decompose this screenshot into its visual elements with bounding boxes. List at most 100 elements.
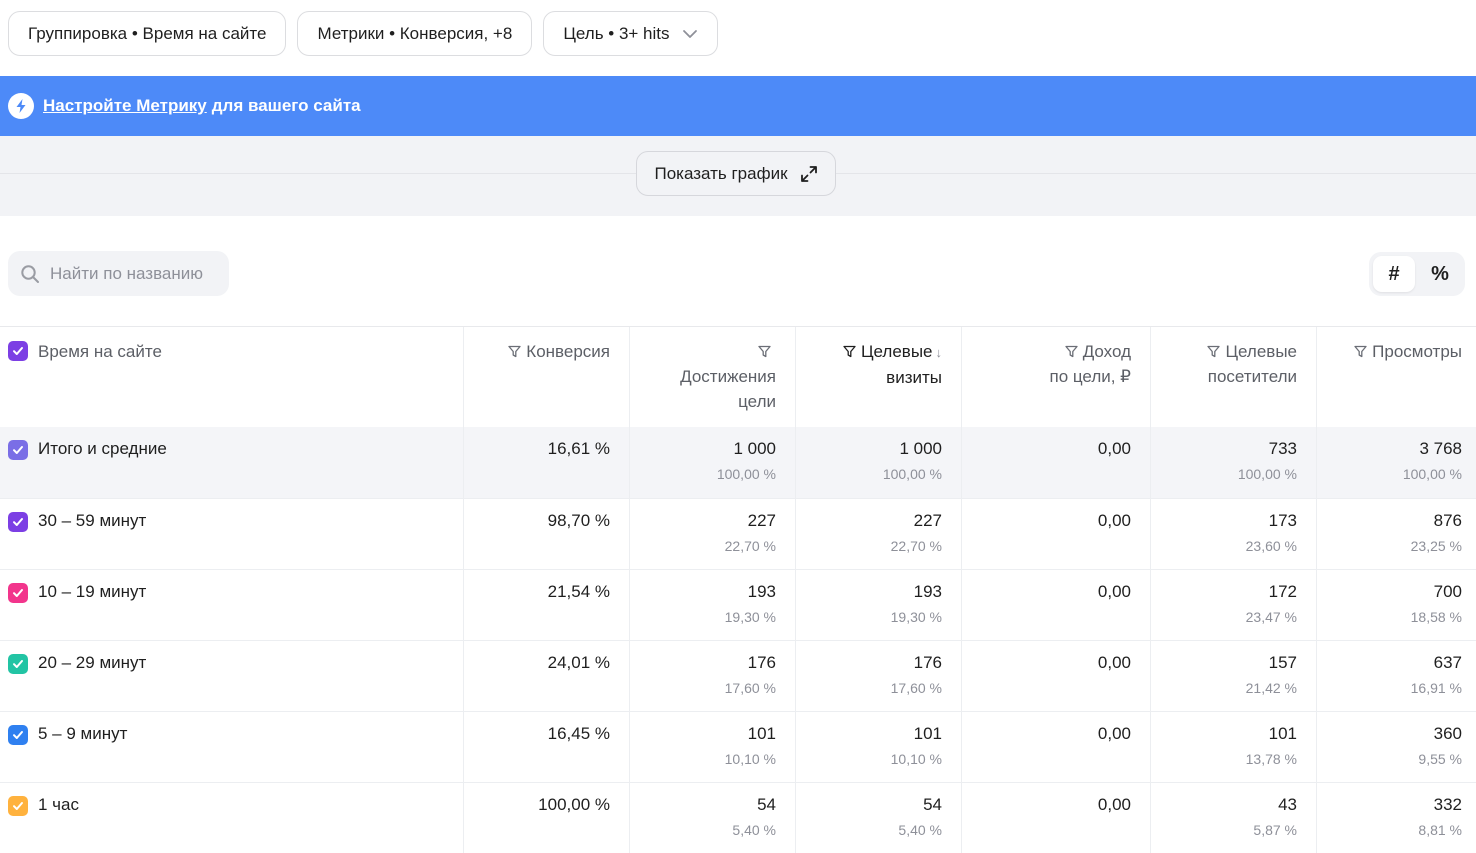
metric-value: 733 [1268,439,1297,458]
show-graph-button[interactable]: Показать график [636,151,836,196]
table-row[interactable]: 10 – 19 минут 21,54 % 193 19,30 % 193 19,30 %… [0,569,1476,640]
metric-cell: 0,00 [961,427,1150,498]
search-box [8,251,229,296]
metric-share: 21,42 % [1245,680,1297,696]
row-label-cell: 5 – 9 минут [0,712,463,782]
column-header-target-visitors[interactable]: Целевые посетители [1150,327,1316,427]
filter-icon[interactable] [843,345,856,358]
metric-value: 1 000 [733,439,776,458]
metric-value: 24,01 % [547,653,610,672]
metric-value: 54 [757,795,776,814]
totals-row[interactable]: Итого и средние 16,61 % 1 000 100,00 % 1 000… [0,427,1476,498]
column-header-line1: Целевые [860,342,933,361]
metric-share: 23,25 % [1410,538,1462,554]
absolute-values-button[interactable]: # [1373,256,1415,292]
row-checkbox[interactable] [8,440,28,460]
metric-value: 1 000 [899,439,942,458]
select-all-checkbox[interactable] [8,341,28,361]
metric-cell: 700 18,58 % [1316,570,1476,640]
row-checkbox[interactable] [8,654,28,674]
row-checkbox[interactable] [8,512,28,532]
metric-cell: 176 17,60 % [795,641,961,711]
metric-value: 157 [1268,653,1297,672]
row-checkbox[interactable] [8,583,28,603]
metric-value: 101 [913,724,942,743]
column-header-line1: Конверсия [526,342,610,361]
metric-value: 227 [913,511,942,530]
grouping-chip-label: Группировка • Время на сайте [28,23,267,43]
setup-metrika-link[interactable]: Настройте Метрику [43,96,207,116]
percent-values-button[interactable]: % [1419,256,1461,292]
row-label: 5 – 9 минут [38,724,128,743]
column-header-conversion[interactable]: Конверсия [463,327,629,427]
row-checkbox[interactable] [8,725,28,745]
metric-value: 332 [1433,795,1462,814]
sort-desc-icon: ↓ [935,345,943,360]
metric-value: 98,70 % [547,511,610,530]
metrics-chip[interactable]: Метрики • Конверсия, +8 [297,11,533,56]
table-row[interactable]: 1 час 100,00 % 54 5,40 % 54 5,40 % 0,00 43 5,87 … [0,782,1476,853]
metric-share: 19,30 % [890,609,942,625]
metric-value: 0,00 [1097,439,1131,458]
metric-share: 10,10 % [890,751,942,767]
table-header-row: Время на сайте Конверсия Достижения цели… [0,327,1476,427]
filter-icon[interactable] [1207,345,1221,358]
metric-value: 227 [747,511,776,530]
metric-cell: 637 16,91 % [1316,641,1476,711]
metric-cell: 0,00 [961,783,1150,853]
show-graph-label: Показать график [654,163,788,183]
metric-value: 101 [747,724,776,743]
table-row[interactable]: 5 – 9 минут 16,45 % 101 10,10 % 101 10,10 % 0,… [0,711,1476,782]
metric-share: 17,60 % [724,680,776,696]
search-input[interactable] [50,263,220,284]
metric-cell: 173 23,60 % [1150,499,1316,569]
column-header-goal-reaches[interactable]: Достижения цели [629,327,795,427]
metric-cell: 172 23,47 % [1150,570,1316,640]
column-header-line1: Просмотры [1372,342,1462,361]
filter-icon[interactable] [1354,345,1367,358]
metric-share: 13,78 % [1245,751,1297,767]
filter-icon[interactable] [758,345,771,358]
table-row[interactable]: 30 – 59 минут 98,70 % 227 22,70 % 227 22,70 %… [0,498,1476,569]
filter-icon[interactable] [1065,345,1078,358]
row-label: 10 – 19 минут [38,582,147,601]
metric-cell: 193 19,30 % [629,570,795,640]
row-label-cell: Итого и средние [0,427,463,498]
metric-cell: 876 23,25 % [1316,499,1476,569]
row-checkbox[interactable] [8,796,28,816]
metric-share: 22,70 % [890,538,942,554]
metric-share: 100,00 % [1402,466,1462,482]
metric-value: 21,54 % [547,582,610,601]
expand-icon [800,165,817,182]
metric-value: 0,00 [1097,724,1131,743]
grouping-chip[interactable]: Группировка • Время на сайте [8,11,287,56]
column-header-goal-revenue[interactable]: Доход по цели, ₽ [961,327,1150,427]
metric-value: 876 [1433,511,1462,530]
column-header-line1: Целевые [1225,342,1297,361]
metric-value: 54 [923,795,942,814]
metric-cell: 24,01 % [463,641,629,711]
metric-cell: 98,70 % [463,499,629,569]
lightning-icon [8,93,34,119]
metric-value: 43 [1278,795,1297,814]
column-header-line2: по цели, ₽ [1049,367,1132,386]
row-label: 1 час [38,795,79,814]
metric-share: 5,87 % [1253,822,1297,838]
row-label-cell: 20 – 29 минут [0,641,463,711]
metric-share: 5,40 % [732,822,776,838]
metric-value: 700 [1433,582,1462,601]
table-row[interactable]: 20 – 29 минут 24,01 % 176 17,60 % 176 17,60 %… [0,640,1476,711]
metric-value: 172 [1268,582,1297,601]
metric-share: 22,70 % [724,538,776,554]
metric-share: 9,55 % [1418,751,1462,767]
metric-value: 101 [1268,724,1297,743]
column-header-target-visits[interactable]: Целевые ↓ визиты [795,327,961,427]
goal-dropdown[interactable]: Цель • 3+ hits [543,11,718,56]
column-header-pageviews[interactable]: Просмотры [1316,327,1476,427]
metric-cell: 1 000 100,00 % [629,427,795,498]
metric-share: 8,81 % [1418,822,1462,838]
metric-share: 16,91 % [1410,680,1462,696]
group-column-header[interactable]: Время на сайте [0,327,463,427]
metric-value: 193 [913,582,942,601]
filter-icon[interactable] [508,345,521,358]
